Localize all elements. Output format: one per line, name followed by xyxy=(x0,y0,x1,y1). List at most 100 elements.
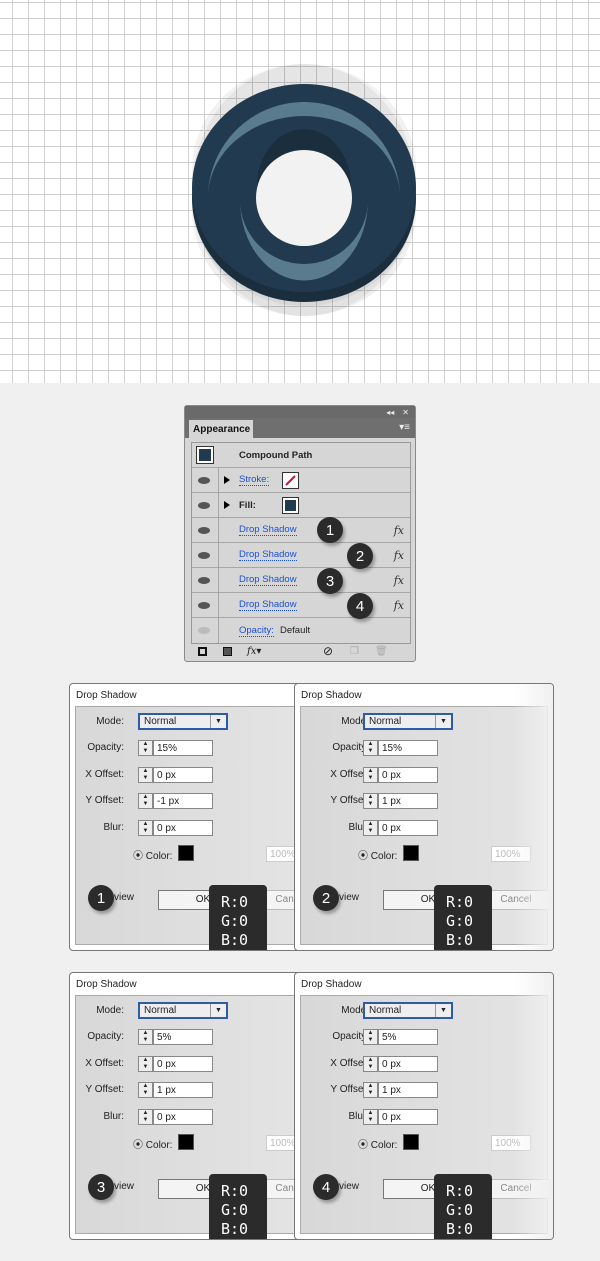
y-offset-input[interactable]: 1 px xyxy=(153,1082,213,1098)
effect-row-4[interactable]: Drop Shadow 4 fx xyxy=(192,593,410,619)
blur-input[interactable]: 0 px xyxy=(153,820,213,836)
y-offset-input[interactable]: -1 px xyxy=(153,793,213,809)
opacity-label: Opacity: xyxy=(87,742,124,753)
drop-shadow-dialog-4: Drop Shadow Mode: Normal ▼ Opacity: ▲ ▼ 5% … xyxy=(294,972,554,1240)
x-offset-input[interactable]: 0 px xyxy=(378,1056,438,1072)
eye-icon[interactable] xyxy=(198,527,210,534)
panel-menu-icon[interactable]: ▾≡ xyxy=(399,422,410,433)
eye-icon[interactable] xyxy=(198,552,210,559)
preview-checkbox-label[interactable]: view xyxy=(114,1181,134,1192)
eye-icon[interactable] xyxy=(198,602,210,609)
color-swatch[interactable] xyxy=(178,845,194,861)
effect-row-2[interactable]: Drop Shadow 2 fx xyxy=(192,543,410,569)
rgb-callout: R:0 G:0 B:0 xyxy=(209,885,267,950)
blur-input[interactable]: 0 px xyxy=(378,1109,438,1125)
chevron-down-icon[interactable]: ▼ xyxy=(210,1004,226,1017)
fx-icon[interactable]: fx xyxy=(394,599,404,612)
drop-shadow-link[interactable]: Drop Shadow xyxy=(239,549,297,561)
y-offset-stepper[interactable]: ▲ ▼ xyxy=(363,793,378,809)
delete-icon[interactable]: 🗑 xyxy=(375,646,388,657)
chevron-down-icon[interactable]: ▼ xyxy=(435,1004,451,1017)
opacity-row[interactable]: Opacity: Default xyxy=(192,618,410,643)
clear-appearance-icon[interactable]: ⊘ xyxy=(323,644,333,658)
color-radio[interactable]: ⦿ Color: xyxy=(358,847,397,862)
opacity-stepper[interactable]: ▲ ▼ xyxy=(138,1029,153,1045)
eye-icon[interactable] xyxy=(198,577,210,584)
eye-icon[interactable] xyxy=(198,477,210,484)
add-effect-icon[interactable]: fx▾ xyxy=(247,646,261,657)
g-value: G:0 xyxy=(446,912,474,930)
y-offset-stepper[interactable]: ▲ ▼ xyxy=(138,793,153,809)
opacity-input[interactable]: 5% xyxy=(153,1029,213,1045)
stroke-row[interactable]: Stroke: xyxy=(192,468,410,493)
add-fill-icon[interactable] xyxy=(223,646,232,656)
x-offset-input[interactable]: 0 px xyxy=(153,767,213,783)
opacity-input[interactable]: 5% xyxy=(378,1029,438,1045)
mode-select[interactable]: Normal ▼ xyxy=(363,713,453,730)
stroke-link[interactable]: Stroke: xyxy=(239,474,270,486)
color-swatch[interactable] xyxy=(178,1134,194,1150)
rgb-callout: R:0 G:0 B:0 xyxy=(434,885,492,950)
blur-stepper[interactable]: ▲ ▼ xyxy=(363,1109,378,1125)
preview-checkbox-label[interactable]: view xyxy=(339,892,359,903)
blur-stepper[interactable]: ▲ ▼ xyxy=(138,1109,153,1125)
expand-triangle-icon[interactable] xyxy=(224,501,230,509)
color-radio[interactable]: ⦿ Color: xyxy=(133,847,172,862)
opacity-input[interactable]: 15% xyxy=(378,740,438,756)
duplicate-icon[interactable]: ❐ xyxy=(350,646,359,657)
x-offset-stepper[interactable]: ▲ ▼ xyxy=(363,1056,378,1072)
chevron-down-icon[interactable]: ▼ xyxy=(435,715,451,728)
opacity-link[interactable]: Opacity: xyxy=(239,625,274,637)
r-value: R:0 xyxy=(221,893,249,911)
color-label: Color: xyxy=(145,851,173,862)
effect-row-3[interactable]: Drop Shadow 3 fx xyxy=(192,568,410,594)
color-radio[interactable]: ⦿ Color: xyxy=(358,1136,397,1151)
chevron-down-icon[interactable]: ▼ xyxy=(210,715,226,728)
eye-icon[interactable] xyxy=(198,502,210,509)
mode-select[interactable]: Normal ▼ xyxy=(138,713,228,730)
blur-input[interactable]: 0 px xyxy=(153,1109,213,1125)
effect-row-1[interactable]: Drop Shadow 1 fx xyxy=(192,517,410,543)
stroke-swatch[interactable] xyxy=(282,472,299,489)
color-radio[interactable]: ⦿ Color: xyxy=(133,1136,172,1151)
x-offset-input[interactable]: 0 px xyxy=(378,767,438,783)
opacity-stepper[interactable]: ▲ ▼ xyxy=(138,740,153,756)
fill-row[interactable]: Fill: xyxy=(192,493,410,518)
object-row[interactable]: Compound Path xyxy=(192,443,410,468)
eye-icon[interactable] xyxy=(198,627,210,634)
color-swatch[interactable] xyxy=(403,845,419,861)
donut-artwork xyxy=(192,64,416,316)
preview-checkbox-label[interactable]: view xyxy=(114,892,134,903)
expand-triangle-icon[interactable] xyxy=(224,476,230,484)
fx-icon[interactable]: fx xyxy=(394,549,404,562)
y-offset-input[interactable]: 1 px xyxy=(378,1082,438,1098)
blur-label: Blur: xyxy=(103,1111,124,1122)
blur-input[interactable]: 0 px xyxy=(378,820,438,836)
add-stroke-icon[interactable] xyxy=(198,646,207,656)
color-swatch[interactable] xyxy=(403,1134,419,1150)
drop-shadow-link[interactable]: Drop Shadow xyxy=(239,574,297,586)
x-offset-stepper[interactable]: ▲ ▼ xyxy=(138,767,153,783)
fx-icon[interactable]: fx xyxy=(394,524,404,537)
drop-shadow-link[interactable]: Drop Shadow xyxy=(239,599,297,611)
preview-checkbox-label[interactable]: view xyxy=(339,1181,359,1192)
y-offset-stepper[interactable]: ▲ ▼ xyxy=(138,1082,153,1098)
fill-swatch[interactable] xyxy=(282,497,299,514)
close-icon[interactable]: ✕ xyxy=(402,408,409,417)
opacity-stepper[interactable]: ▲ ▼ xyxy=(363,1029,378,1045)
fx-icon[interactable]: fx xyxy=(394,574,404,587)
y-offset-stepper[interactable]: ▲ ▼ xyxy=(363,1082,378,1098)
x-offset-stepper[interactable]: ▲ ▼ xyxy=(138,1056,153,1072)
x-offset-stepper[interactable]: ▲ ▼ xyxy=(363,767,378,783)
mode-select[interactable]: Normal ▼ xyxy=(138,1002,228,1019)
opacity-input[interactable]: 15% xyxy=(153,740,213,756)
tab-appearance[interactable]: Appearance xyxy=(189,420,253,438)
x-offset-input[interactable]: 0 px xyxy=(153,1056,213,1072)
mode-select[interactable]: Normal ▼ xyxy=(363,1002,453,1019)
y-offset-input[interactable]: 1 px xyxy=(378,793,438,809)
opacity-stepper[interactable]: ▲ ▼ xyxy=(363,740,378,756)
blur-stepper[interactable]: ▲ ▼ xyxy=(138,820,153,836)
collapse-icon[interactable]: ◂◂ xyxy=(386,408,394,417)
drop-shadow-link[interactable]: Drop Shadow xyxy=(239,524,297,536)
blur-stepper[interactable]: ▲ ▼ xyxy=(363,820,378,836)
